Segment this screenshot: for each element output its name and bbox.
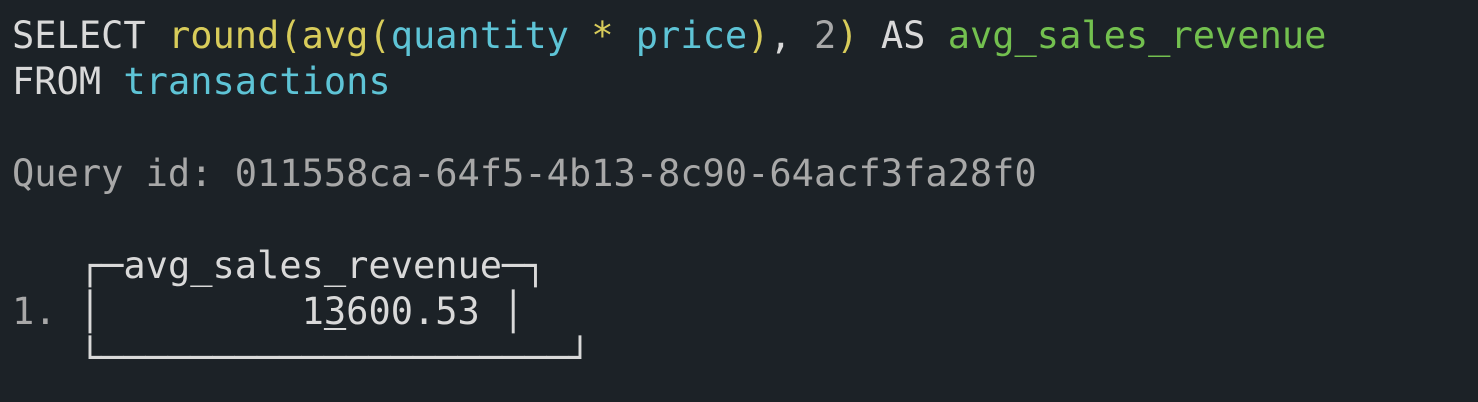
price-column: price [635,14,748,57]
round-function: round [167,14,280,57]
multiply-operator: * [591,14,614,57]
select-keyword: SELECT [12,14,146,57]
from-keyword: FROM [12,60,102,103]
sql-select-line: SELECT round(avg(quantity * price), 2) A… [12,13,1478,59]
table-border-right: │ [502,290,525,333]
table-border-top-left: ┌─ [78,244,124,287]
paren-close: ) [747,14,770,57]
result-column-header: avg_sales_revenue [123,244,503,287]
avg-function: avg [301,14,369,57]
result-footer-row: └─────────────────────┘ [12,335,1478,381]
paren-open: ( [279,14,302,57]
quantity-column: quantity [390,14,569,57]
terminal-window[interactable]: SELECT round(avg(quantity * price), 2) A… [0,0,1478,402]
cell-padding [101,290,301,333]
result-value-digit: 1 [301,290,324,333]
query-id-label: Query id: [12,152,213,195]
result-value-rest: 600.53 [346,290,480,333]
comma: , [769,14,792,57]
sql-from-line: FROM transactions [12,59,1478,105]
table-name: transactions [123,60,391,103]
table-border-left: │ [78,290,102,333]
paren-open: ( [368,14,391,57]
query-id-line: Query id: 011558ca-64f5-4b13-8c90-64acf3… [12,151,1478,197]
row-number: 1. [12,290,57,333]
paren-close: ) [836,14,859,57]
result-data-row: 1. │ 13600.53 │ [12,289,1478,335]
precision-argument: 2 [814,14,837,57]
table-border-bottom: └─────────────────────┘ [78,336,592,379]
result-value-underlined-digit: 3 [323,290,347,333]
as-keyword: AS [880,14,926,57]
column-alias: avg_sales_revenue [947,14,1327,57]
table-border-top-right: ─┐ [502,244,547,287]
query-id-value: 011558ca-64f5-4b13-8c90-64acf3fa28f0 [234,152,1037,195]
result-header-row: ┌─avg_sales_revenue─┐ [12,243,1478,289]
result-table: ┌─avg_sales_revenue─┐ 1. │ 13600.53 │ └─… [12,243,1478,381]
